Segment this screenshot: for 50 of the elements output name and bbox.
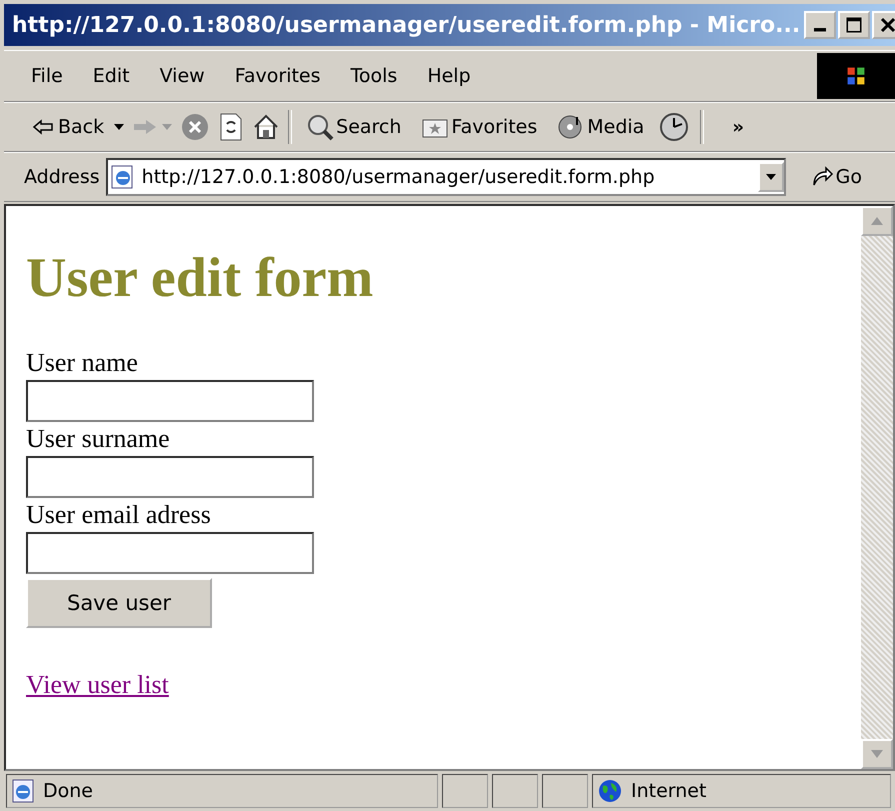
view-user-list-link[interactable]: View user list <box>26 670 169 699</box>
zone-text: Internet <box>631 780 706 802</box>
go-button[interactable]: Go <box>804 163 868 191</box>
close-button[interactable] <box>872 11 895 39</box>
page-icon <box>11 778 35 804</box>
maximize-button[interactable] <box>838 11 870 39</box>
search-icon <box>306 113 334 141</box>
field-label: User name <box>26 347 139 379</box>
search-button[interactable]: Search <box>300 111 408 143</box>
menu-item[interactable]: File <box>16 61 78 91</box>
menu-item[interactable]: Help <box>412 61 486 91</box>
address-label: Address <box>24 166 100 188</box>
menu-item[interactable]: Edit <box>78 61 145 91</box>
caret-icon <box>766 174 776 180</box>
globe-icon <box>597 778 623 804</box>
scroll-down-button[interactable] <box>861 739 893 769</box>
scroll-up-button[interactable] <box>861 206 893 236</box>
field-label: User email adress <box>26 499 212 531</box>
status-panel <box>492 774 538 808</box>
menu-item[interactable]: View <box>144 61 220 91</box>
more-chevron[interactable]: » <box>732 116 744 138</box>
status-text: Done <box>43 780 93 802</box>
back-button[interactable]: Back <box>26 114 110 140</box>
status-panel <box>542 774 588 808</box>
input-field[interactable] <box>26 380 314 422</box>
vertical-scrollbar[interactable] <box>861 206 893 769</box>
input-field[interactable] <box>26 456 314 498</box>
save-button[interactable]: Save user <box>26 578 212 628</box>
home-icon[interactable] <box>252 113 280 141</box>
input-field[interactable] <box>26 532 314 574</box>
field-label: User surname <box>26 423 171 455</box>
back-arrow-icon <box>32 119 56 135</box>
menu-item[interactable]: Favorites <box>220 61 336 91</box>
minimize-button[interactable] <box>804 11 836 39</box>
caret-icon[interactable] <box>114 124 124 130</box>
menu-item[interactable]: Tools <box>336 61 412 91</box>
maximize-icon <box>845 16 864 34</box>
address-field[interactable]: http://127.0.0.1:8080/usermanager/useredit.form.php <box>106 158 786 196</box>
stop-icon[interactable] <box>180 112 210 142</box>
status-panel <box>442 774 488 808</box>
down-triangle-icon <box>871 750 883 758</box>
dropdown-button[interactable] <box>758 162 784 192</box>
refresh-icon[interactable] <box>218 112 244 142</box>
media-button[interactable]: Media <box>551 111 650 143</box>
page-heading: User edit form <box>26 246 374 310</box>
window-title: http://127.0.0.1:8080/usermanager/useredit.form.php - Micro... <box>12 12 800 38</box>
favorites-button[interactable]: Favorites <box>415 113 544 141</box>
close-icon <box>879 16 895 34</box>
minimize-icon <box>814 28 826 32</box>
up-triangle-icon <box>871 217 883 225</box>
